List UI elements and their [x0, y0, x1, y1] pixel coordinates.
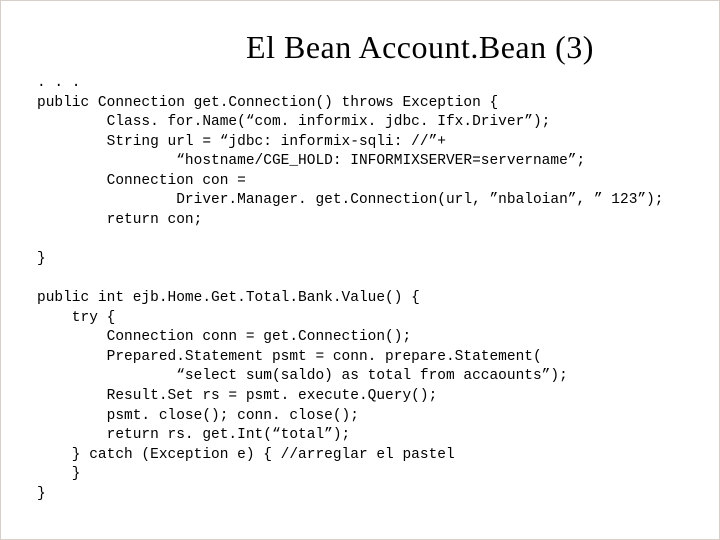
- code-line: }: [37, 466, 81, 482]
- code-line: public Connection get.Connection() throw…: [37, 95, 498, 111]
- code-line: Prepared.Statement psmt = conn. prepare.…: [37, 349, 542, 365]
- code-line: Connection conn = get.Connection();: [37, 329, 411, 345]
- code-line: Connection con =: [37, 173, 246, 189]
- code-line: return rs. get.Int(“total”);: [37, 427, 350, 443]
- code-line: Class. for.Name(“com. informix. jdbc. If…: [37, 114, 550, 130]
- code-line: “select sum(saldo) as total from accaoun…: [37, 368, 568, 384]
- slide-title: El Bean Account.Bean (3): [157, 29, 683, 66]
- code-line: }: [37, 251, 46, 267]
- code-line: }: [37, 486, 46, 502]
- code-line: Driver.Manager. get.Connection(url, ”nba…: [37, 192, 664, 208]
- code-line: “hostname/CGE_HOLD: INFORMIXSERVER=serve…: [37, 153, 585, 169]
- code-line: } catch (Exception e) { //arreglar el pa…: [37, 447, 455, 463]
- code-line: public int ejb.Home.Get.Total.Bank.Value…: [37, 290, 420, 306]
- code-line: return con;: [37, 212, 202, 228]
- code-line: try {: [37, 310, 115, 326]
- code-line: Result.Set rs = psmt. execute.Query();: [37, 388, 437, 404]
- slide: El Bean Account.Bean (3) . . . public Co…: [0, 0, 720, 540]
- code-line: String url = “jdbc: informix-sqli: //”+: [37, 134, 446, 150]
- code-block: . . . public Connection get.Connection()…: [37, 74, 683, 504]
- code-line: . . .: [37, 75, 81, 91]
- code-line: psmt. close(); conn. close();: [37, 408, 359, 424]
